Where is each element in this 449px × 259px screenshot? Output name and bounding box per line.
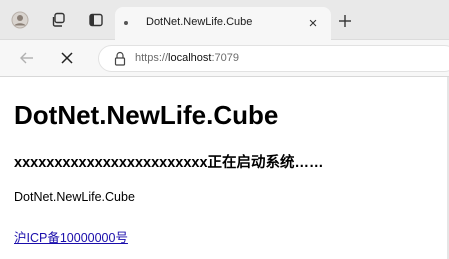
tab-actions-icon[interactable] [86,10,106,30]
tab-title: DotNet.NewLife.Cube [146,16,253,28]
browser-tab-active[interactable]: DotNet.NewLife.Cube × [115,7,331,40]
tab-strip: DotNet.NewLife.Cube × [0,0,449,40]
app-name: DotNet.NewLife.Cube [14,190,135,204]
back-arrow-icon[interactable] [17,48,37,68]
url-scheme: https:// [135,52,169,64]
page-content: DotNet.NewLife.Cube xxxxxxxxxxxxxxxxxxxx… [0,77,449,259]
tab-close-icon[interactable]: × [304,14,322,32]
tab-favicon-icon [124,21,128,25]
profile-icon[interactable] [10,10,30,30]
close-icon[interactable] [57,48,77,68]
lock-icon[interactable] [113,51,127,67]
url-text: https://localhost:7079 [135,52,239,64]
workspaces-icon[interactable] [49,10,69,30]
address-bar[interactable]: https://localhost:7079 [98,45,449,72]
url-host: localhost [168,52,212,64]
startup-status: xxxxxxxxxxxxxxxxxxxxxxxx正在启动系统…… [14,155,324,171]
browser-toolbar: https://localhost:7079 [0,40,449,77]
page-title: DotNet.NewLife.Cube [14,100,279,130]
plus-icon[interactable] [336,12,354,30]
url-port: :7079 [211,52,239,64]
icp-link[interactable]: 沪ICP备10000000号 [14,227,128,246]
